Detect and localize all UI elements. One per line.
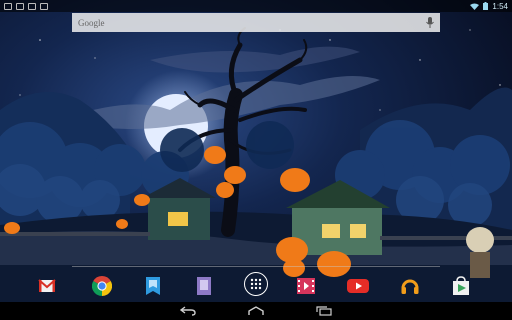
notification-mail-icon [28, 2, 36, 10]
home-icon [248, 306, 264, 315]
dock-app-play-store[interactable] [450, 275, 472, 297]
shopping-bag-icon [453, 276, 469, 295]
navigation-bar [0, 302, 512, 320]
clock: 1:54 [492, 1, 508, 11]
microphone-icon[interactable] [426, 17, 434, 28]
headphones-icon [401, 279, 419, 294]
notification-screenshot-icon [4, 2, 12, 10]
home-button[interactable] [245, 304, 267, 318]
book-icon [146, 277, 160, 295]
wifi-icon [470, 3, 480, 10]
dock-app-play-books[interactable] [142, 275, 164, 297]
dock-app-chrome[interactable] [91, 275, 113, 297]
notification-image2-icon [40, 2, 48, 10]
back-icon [180, 306, 196, 316]
dock-app-gmail[interactable] [36, 275, 58, 297]
system-icons: 1:54 [470, 2, 508, 11]
film-icon [297, 278, 315, 294]
dock-app-play-magazines[interactable] [193, 275, 215, 297]
chrome-icon [92, 276, 112, 296]
dock-app-play-music[interactable] [399, 275, 421, 297]
recent-apps-icon [316, 306, 332, 316]
all-apps-button[interactable] [244, 272, 268, 296]
notification-icons [4, 2, 48, 10]
status-bar: 1:54 [0, 0, 512, 12]
search-label: Google [78, 17, 105, 28]
apps-grid-icon [250, 278, 262, 290]
back-button[interactable] [177, 304, 199, 318]
notification-image-icon [16, 2, 24, 10]
gmail-icon [38, 279, 56, 292]
dock-divider [72, 266, 440, 267]
dock-app-youtube[interactable] [347, 275, 369, 297]
battery-icon [483, 2, 489, 10]
google-search-bar[interactable]: Google [72, 13, 440, 32]
youtube-icon [347, 279, 369, 293]
dock-app-play-movies[interactable] [295, 275, 317, 297]
recent-apps-button[interactable] [313, 304, 335, 318]
magazine-icon [197, 277, 211, 295]
